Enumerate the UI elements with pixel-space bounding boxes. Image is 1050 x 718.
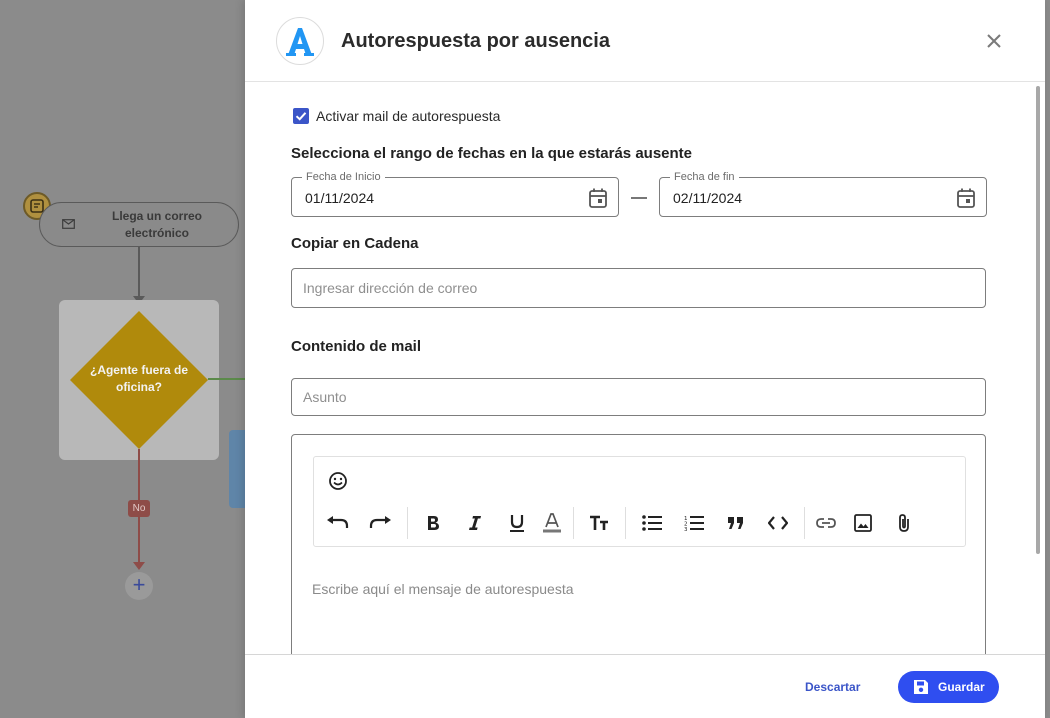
calendar-icon[interactable]: [589, 188, 607, 208]
toolbar-separator: [625, 507, 626, 539]
arrow-down-icon: [133, 562, 145, 570]
quote-icon[interactable]: [724, 511, 748, 535]
undo-icon[interactable]: [326, 511, 350, 535]
activate-label[interactable]: Activar mail de autorespuesta: [316, 108, 500, 124]
content-title: Contenido de mail: [291, 338, 422, 355]
logo-a-icon: [286, 28, 314, 56]
close-icon[interactable]: [984, 31, 1004, 51]
cc-title: Copiar en Cadena: [291, 235, 419, 252]
toolbar-separator: [407, 507, 408, 539]
font-size-icon[interactable]: [587, 511, 611, 535]
link-icon[interactable]: [814, 511, 838, 535]
message-editor[interactable]: 123 Escribe aquí el mensaje de autorespu…: [291, 434, 986, 666]
emoji-icon[interactable]: [326, 469, 350, 493]
editor-toolbar: 123: [313, 456, 966, 547]
decision-label: ¿Agente fuera de oficina?: [89, 363, 188, 394]
trigger-node[interactable]: Llega un correo electrónico: [39, 202, 239, 247]
calendar-icon[interactable]: [957, 188, 975, 208]
cc-email-input[interactable]: Ingresar dirección de correo: [291, 268, 986, 308]
checkmark-icon: [295, 112, 307, 121]
panel-title: Autorespuesta por ausencia: [341, 30, 610, 52]
yes-connector: [208, 378, 248, 380]
discard-button[interactable]: Descartar: [805, 680, 860, 694]
autoreply-panel: Autorespuesta por ausencia Activar mail …: [245, 0, 1045, 718]
cc-email-placeholder: Ingresar dirección de correo: [303, 280, 478, 296]
start-date-legend: Fecha de Inicio: [302, 171, 385, 184]
bold-icon[interactable]: [421, 511, 445, 535]
activate-checkbox[interactable]: [293, 108, 309, 124]
redo-icon[interactable]: [368, 511, 392, 535]
end-date-field[interactable]: Fecha de fin 02/11/2024: [659, 171, 987, 217]
end-date-value[interactable]: 02/11/2024: [673, 190, 742, 206]
app-logo: [276, 17, 324, 65]
attachment-icon[interactable]: [892, 511, 916, 535]
bullet-list-icon[interactable]: [640, 511, 664, 535]
image-icon[interactable]: [851, 511, 875, 535]
svg-text:3: 3: [684, 527, 688, 531]
trigger-label: Llega un correo electrónico: [111, 208, 203, 240]
panel-header: Autorespuesta por ausencia: [245, 0, 1045, 82]
text-color-icon[interactable]: [540, 511, 564, 535]
save-button[interactable]: Guardar: [898, 671, 999, 703]
underline-icon[interactable]: [505, 511, 529, 535]
start-date-field[interactable]: Fecha de Inicio 01/11/2024: [291, 171, 619, 217]
date-range-title: Selecciona el rango de fechas en la que …: [291, 145, 693, 162]
date-range-separator: [631, 197, 647, 199]
save-icon: [914, 680, 928, 694]
save-label: Guardar: [938, 680, 985, 694]
editor-placeholder: Escribe aquí el mensaje de autorespuesta: [312, 581, 574, 597]
mail-icon: [62, 219, 75, 229]
italic-icon[interactable]: [463, 511, 487, 535]
add-step-button[interactable]: +: [125, 572, 153, 600]
panel-footer: Descartar Guardar: [245, 654, 1045, 718]
toolbar-separator: [573, 507, 574, 539]
subject-input[interactable]: Asunto: [291, 378, 986, 416]
scrollbar-thumb[interactable]: [1036, 86, 1040, 554]
end-date-legend: Fecha de fin: [670, 171, 739, 184]
numbered-list-icon[interactable]: 123: [682, 511, 706, 535]
subject-placeholder: Asunto: [303, 389, 347, 405]
branch-no-badge: No: [128, 500, 150, 517]
connector-line: [138, 247, 140, 300]
start-date-value[interactable]: 01/11/2024: [305, 190, 374, 206]
code-icon[interactable]: [766, 511, 790, 535]
toolbar-separator: [804, 507, 805, 539]
